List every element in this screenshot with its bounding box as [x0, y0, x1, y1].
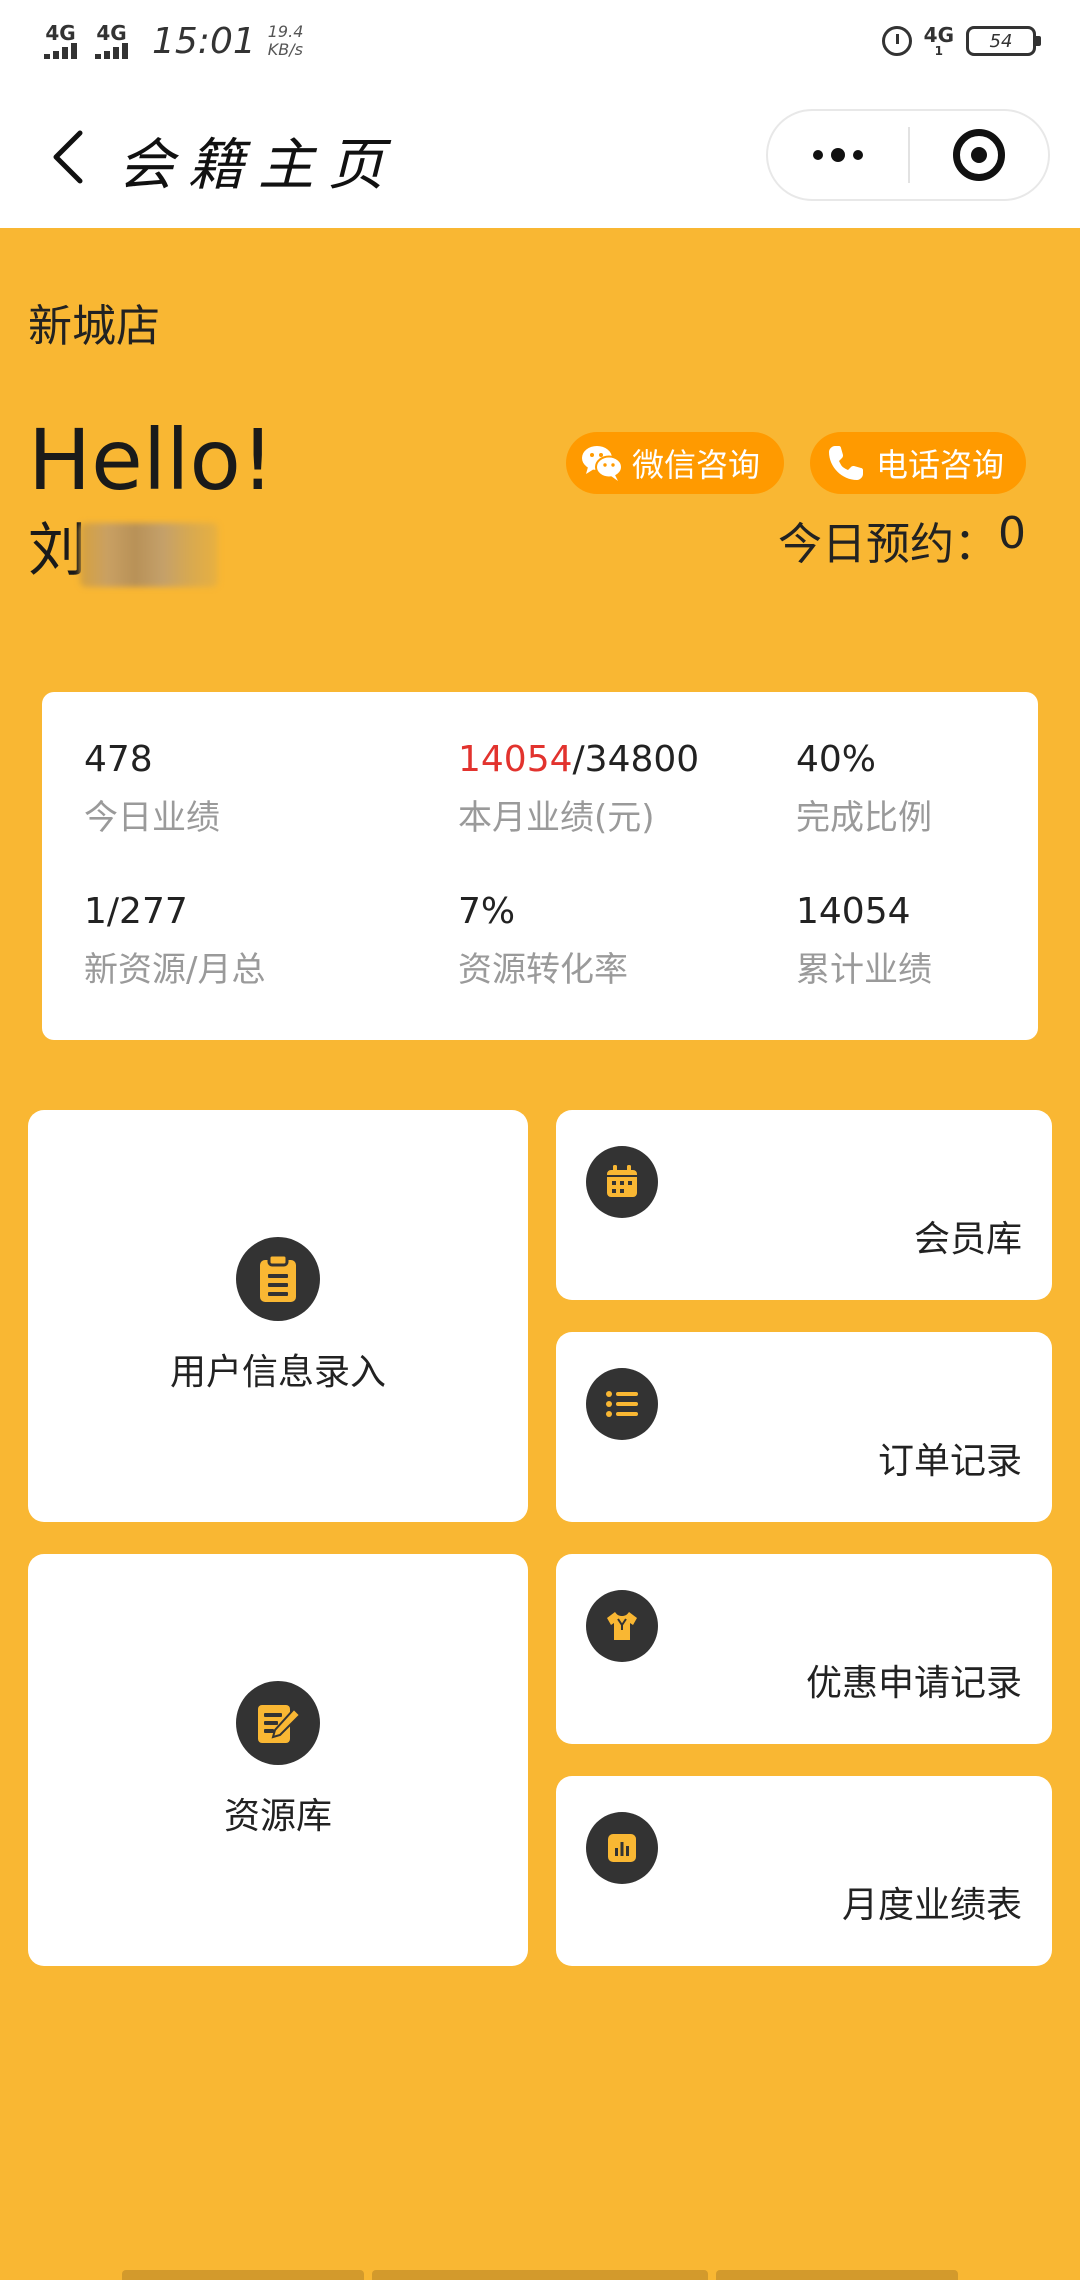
- stat-value: 478: [84, 739, 153, 780]
- tile-label: 会员库: [913, 1219, 1022, 1260]
- stat-cumulative-performance: 14054 累计业绩: [796, 890, 932, 992]
- network-type-label: 4G: [923, 23, 954, 47]
- stat-label: 资源转化率: [458, 950, 628, 990]
- today-booking-label: 今日预约：: [778, 519, 998, 570]
- clipboard-icon: [236, 1237, 320, 1321]
- bottom-tab-edge: [122, 2270, 364, 2280]
- stat-value-current: 14054: [458, 739, 573, 780]
- alarm-clock-icon: [881, 26, 912, 56]
- stat-label: 今日业绩: [84, 798, 220, 838]
- chevron-left-icon: [53, 130, 83, 184]
- shirt-icon: [586, 1590, 658, 1662]
- more-button[interactable]: [768, 111, 908, 199]
- phone-consult-button[interactable]: 电话咨询: [810, 432, 1026, 494]
- stat-label: 完成比例: [796, 798, 932, 838]
- tile-label: 月度业绩表: [841, 1885, 1022, 1926]
- network-speed-value: 19.4: [267, 22, 304, 41]
- today-booking: 今日预约： 0: [778, 508, 1026, 572]
- greeting: Hello!: [28, 411, 275, 509]
- list-icon: [586, 1368, 658, 1440]
- stat-label: 本月业绩(元): [458, 798, 655, 838]
- more-dots-icon: [813, 150, 823, 160]
- network-type-sub: 1: [934, 44, 943, 58]
- tile-label: 优惠申请记录: [805, 1663, 1022, 1704]
- wechat-consult-label: 微信咨询: [632, 446, 761, 484]
- stat-new-resources: 1/277 新资源/月总: [84, 890, 265, 992]
- signal-bars-icon: [95, 43, 128, 59]
- network-speed: 19.4 KB/s: [268, 23, 304, 59]
- more-dots-icon: [853, 150, 863, 160]
- phone-icon: [824, 441, 868, 485]
- order-records-tile[interactable]: 订单记录: [556, 1332, 1052, 1522]
- mini-program-capsule: [766, 109, 1050, 201]
- stat-label: 新资源/月总: [84, 950, 266, 990]
- wechat-icon: [580, 441, 624, 485]
- bottom-tab-edge: [372, 2270, 708, 2280]
- stat-today-performance: 478 今日业绩: [84, 738, 220, 840]
- redacted-name-blur: [80, 523, 218, 587]
- network-type: 4G 1: [924, 25, 954, 57]
- status-time: 15:01: [152, 20, 256, 62]
- network-speed-unit: KB/s: [267, 40, 303, 59]
- stat-completion-ratio: 40% 完成比例: [796, 738, 932, 840]
- discount-records-tile[interactable]: 优惠申请记录: [556, 1554, 1052, 1744]
- monthly-report-tile[interactable]: 月度业绩表: [556, 1776, 1052, 1966]
- member-library-tile[interactable]: 会员库: [556, 1110, 1052, 1300]
- signal-indicator-1: 4G: [44, 23, 77, 59]
- nav-bar: 会籍主页: [0, 82, 1080, 228]
- stat-value: 14054/34800: [458, 738, 699, 782]
- status-right: 4G 1 54: [881, 25, 1041, 57]
- stat-value: 14054: [796, 891, 911, 932]
- target-circle-icon: [953, 129, 1005, 181]
- battery-level: 54: [989, 30, 1013, 52]
- user-info-entry-tile[interactable]: 用户信息录入: [28, 1110, 528, 1522]
- bottom-tab-edge: [716, 2270, 958, 2280]
- tile-label: 订单记录: [877, 1441, 1022, 1482]
- more-dots-icon: [831, 148, 845, 162]
- phone-consult-label: 电话咨询: [876, 446, 1005, 484]
- stat-conversion-rate: 7% 资源转化率: [458, 890, 628, 992]
- stat-month-performance: 14054/34800 本月业绩(元): [458, 738, 699, 840]
- tile-label: 用户信息录入: [169, 1352, 386, 1393]
- stat-label: 累计业绩: [796, 950, 932, 990]
- stat-value-target: 34800: [584, 739, 700, 780]
- stat-value: 40%: [796, 739, 877, 780]
- signal-indicator-2: 4G: [95, 23, 128, 59]
- wechat-consult-button[interactable]: 微信咨询: [566, 432, 784, 494]
- calendar-icon: [586, 1146, 658, 1218]
- user-name: 刘: [28, 516, 87, 584]
- today-booking-value: 0: [998, 508, 1026, 559]
- signal-label: 4G: [96, 21, 127, 45]
- bar-chart-icon: [586, 1812, 658, 1884]
- tile-label: 资源库: [223, 1796, 332, 1837]
- back-button[interactable]: [38, 122, 98, 192]
- stat-value: 1/277: [84, 891, 188, 932]
- stats-card: 478 今日业绩 14054/34800 本月业绩(元) 40% 完成比例 1/…: [42, 692, 1038, 1040]
- battery-icon: 54: [966, 26, 1041, 56]
- resource-library-tile[interactable]: 资源库: [28, 1554, 528, 1966]
- store-name: 新城店: [28, 301, 160, 352]
- stat-value-separator: /: [572, 739, 585, 780]
- signal-label: 4G: [45, 21, 76, 45]
- page-title: 会籍主页: [118, 133, 398, 198]
- status-bar: 4G 4G 15:01 19.4 KB/s 4G 1 54: [0, 0, 1080, 82]
- close-mini-program-button[interactable]: [910, 111, 1048, 199]
- stat-value: 7%: [458, 891, 516, 932]
- edit-note-icon: [236, 1681, 320, 1765]
- signal-bars-icon: [44, 43, 77, 59]
